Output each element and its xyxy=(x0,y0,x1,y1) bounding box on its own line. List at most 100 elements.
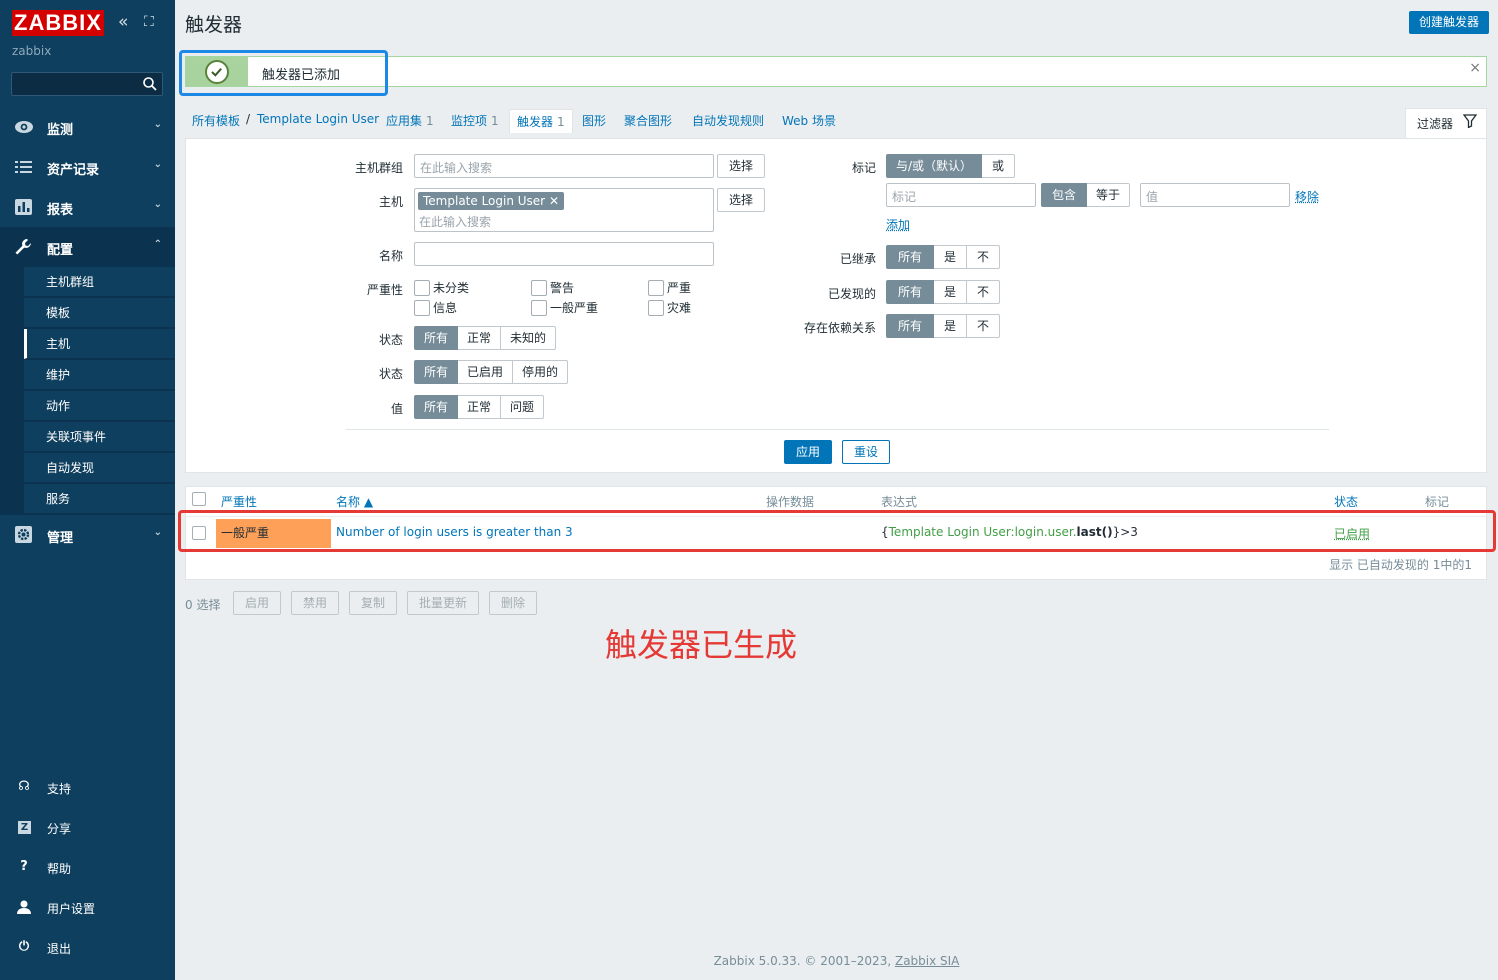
inherited-segmented: 所有 是 不 xyxy=(886,245,1001,269)
create-trigger-button[interactable]: 创建触发器 xyxy=(1408,11,1489,34)
selected-count: 0 选择 xyxy=(185,598,221,612)
sidebar-username: zabbix xyxy=(12,44,52,58)
state-unknown[interactable]: 未知的 xyxy=(501,326,557,350)
dependencies-segmented: 所有 是 不 xyxy=(886,314,1001,338)
breadcrumb-all-templates[interactable]: 所有模板 xyxy=(192,112,240,129)
close-icon[interactable]: × xyxy=(1469,60,1481,76)
tag-value-input[interactable]: 值 xyxy=(1140,183,1290,207)
filter-tab[interactable]: 过滤器 xyxy=(1405,108,1487,138)
severity-average-checkbox[interactable]: 一般严重 xyxy=(531,300,598,316)
menu-administration[interactable]: 管理 ⌄ xyxy=(0,515,175,555)
delete-button[interactable]: 删除 xyxy=(489,591,537,615)
tab-web-scenarios[interactable]: Web 场景 xyxy=(782,112,836,129)
remove-chip-icon[interactable]: ✕ xyxy=(549,194,559,208)
select-all-checkbox[interactable] xyxy=(192,492,206,506)
tab-triggers[interactable]: 触发器 1 xyxy=(509,109,573,133)
severity-warning-checkbox[interactable]: 警告 xyxy=(531,280,574,296)
status-all[interactable]: 所有 xyxy=(414,360,459,384)
host-select-button[interactable]: 选择 xyxy=(717,188,765,212)
state-label: 状态 xyxy=(378,333,403,347)
submenu-templates[interactable]: 模板 xyxy=(24,298,175,328)
value-all[interactable]: 所有 xyxy=(414,395,459,419)
tab-count: 1 xyxy=(426,114,434,128)
state-all[interactable]: 所有 xyxy=(414,326,459,350)
host-search-placeholder[interactable]: 在此输入搜索 xyxy=(419,213,491,230)
mass-update-button[interactable]: 批量更新 xyxy=(407,591,479,615)
discovered-all[interactable]: 所有 xyxy=(886,280,935,304)
menu-monitoring[interactable]: 监测 ⌄ xyxy=(0,107,175,147)
support-link[interactable]: ☊ 支持 xyxy=(0,773,175,803)
dependencies-yes[interactable]: 是 xyxy=(934,314,968,338)
disable-button[interactable]: 禁用 xyxy=(291,591,339,615)
submenu-host-groups[interactable]: 主机群组 xyxy=(24,267,175,297)
tag-operator-contains[interactable]: 包含 xyxy=(1041,183,1088,207)
user-settings-link[interactable]: 用户设置 xyxy=(0,893,175,923)
column-name[interactable]: 名称 ▲ xyxy=(336,493,373,510)
kiosk-mode-icon[interactable]: ⛶ xyxy=(144,14,154,30)
sidebar-search-input[interactable] xyxy=(11,72,163,96)
tags-label: 标记 xyxy=(851,161,876,175)
value-problem[interactable]: 问题 xyxy=(501,395,545,419)
tag-add-link[interactable]: 添加 xyxy=(886,216,910,233)
menu-inventory[interactable]: 资产记录 ⌄ xyxy=(0,147,175,187)
tab-discovery-rules[interactable]: 自动发现规则 xyxy=(692,112,764,129)
submenu-hosts[interactable]: 主机 xyxy=(24,329,175,359)
tab-applications[interactable]: 应用集 1 xyxy=(386,112,434,129)
value-ok[interactable]: 正常 xyxy=(458,395,502,419)
tags-and-or[interactable]: 与/或（默认） xyxy=(886,154,983,178)
menu-configuration[interactable]: 配置 ⌃ xyxy=(0,227,175,267)
tab-screens[interactable]: 聚合图形 xyxy=(624,112,672,129)
column-status[interactable]: 状态 xyxy=(1334,493,1358,510)
severity-information-checkbox[interactable]: 信息 xyxy=(414,300,457,316)
enable-button[interactable]: 启用 xyxy=(233,591,281,615)
tab-items[interactable]: 监控项 1 xyxy=(451,112,499,129)
footer: Zabbix 5.0.33. © 2001–2023, Zabbix SIA xyxy=(175,954,1498,968)
tag-operator-equals[interactable]: 等于 xyxy=(1087,183,1131,207)
discovered-yes[interactable]: 是 xyxy=(934,280,968,304)
status-disabled[interactable]: 停用的 xyxy=(513,360,569,384)
wrench-icon xyxy=(15,239,31,255)
footer-company-link[interactable]: Zabbix SIA xyxy=(895,954,959,968)
dependencies-no[interactable]: 不 xyxy=(967,314,1001,338)
submenu-maintenance[interactable]: 维护 xyxy=(24,360,175,390)
inherited-label: 已继承 xyxy=(839,252,876,266)
host-group-select-button[interactable]: 选择 xyxy=(717,154,765,178)
search-icon[interactable] xyxy=(142,76,158,92)
zabbix-logo[interactable]: ZABBIX xyxy=(12,10,104,36)
tab-graphs[interactable]: 图形 xyxy=(582,112,606,129)
host-multiselect[interactable]: Template Login User ✕ 在此输入搜索 xyxy=(414,188,714,232)
name-input[interactable] xyxy=(414,242,714,266)
tags-or[interactable]: 或 xyxy=(982,154,1016,178)
inherited-no[interactable]: 不 xyxy=(967,245,1001,269)
help-link[interactable]: ? 帮助 xyxy=(0,853,175,883)
sign-out-link[interactable]: ⏻ 退出 xyxy=(0,933,175,963)
discovered-no[interactable]: 不 xyxy=(967,280,1001,304)
host-group-input[interactable]: 在此输入搜索 xyxy=(414,154,714,178)
severity-disaster-checkbox[interactable]: 灾难 xyxy=(648,300,691,316)
reset-filter-button[interactable]: 重设 xyxy=(842,440,890,464)
submenu-discovery[interactable]: 自动发现 xyxy=(24,453,175,483)
menu-reports[interactable]: 报表 ⌄ xyxy=(0,187,175,227)
inherited-yes[interactable]: 是 xyxy=(934,245,968,269)
state-normal[interactable]: 正常 xyxy=(458,326,502,350)
submenu-event-correlation[interactable]: 关联项事件 xyxy=(24,422,175,452)
chevron-up-icon: ⌃ xyxy=(153,239,162,250)
collapse-sidebar-icon[interactable]: « xyxy=(118,14,128,31)
copy-button[interactable]: 复制 xyxy=(349,591,397,615)
column-severity[interactable]: 严重性 xyxy=(221,493,257,510)
submenu-actions[interactable]: 动作 xyxy=(24,391,175,421)
breadcrumb-template[interactable]: Template Login User xyxy=(257,112,379,126)
status-enabled[interactable]: 已启用 xyxy=(458,360,514,384)
submenu-services[interactable]: 服务 xyxy=(24,484,175,514)
share-link[interactable]: Z 分享 xyxy=(0,813,175,843)
severity-high-checkbox[interactable]: 严重 xyxy=(648,280,691,296)
severity-not-classified-checkbox[interactable]: 未分类 xyxy=(414,280,469,296)
tag-remove-link[interactable]: 移除 xyxy=(1295,188,1319,205)
apply-filter-button[interactable]: 应用 xyxy=(784,440,832,464)
dependencies-all[interactable]: 所有 xyxy=(886,314,935,338)
menu-label: 报表 xyxy=(47,203,74,218)
severity-label: 严重性 xyxy=(366,283,403,297)
tag-name-input[interactable]: 标记 xyxy=(886,183,1036,207)
tab-label: 应用集 xyxy=(386,114,423,128)
inherited-all[interactable]: 所有 xyxy=(886,245,935,269)
